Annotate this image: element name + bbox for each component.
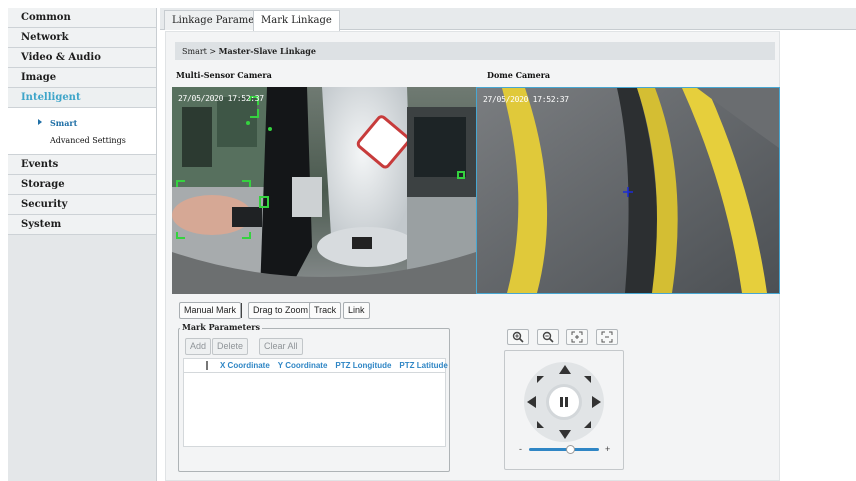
mark-parameters-legend: Mark Parameters — [180, 322, 263, 332]
zoom-in-icon — [512, 331, 524, 343]
manual-mark-button[interactable]: Manual Mark — [179, 302, 242, 319]
sidebar-submenu: Smart Advanced Settings — [8, 108, 156, 155]
main-content: Smart > Master-Slave Linkage Multi-Senso… — [165, 31, 780, 481]
track-button[interactable]: Track — [309, 302, 342, 319]
speed-plus-label: + — [605, 444, 611, 454]
ptz-speed-slider[interactable] — [529, 445, 599, 454]
dome-scene — [477, 88, 779, 293]
arrow-down-right-icon[interactable] — [584, 421, 591, 428]
arrow-down-left-icon[interactable] — [537, 421, 544, 428]
breadcrumb: Smart > Master-Slave Linkage — [175, 42, 775, 60]
caret-right-icon — [38, 119, 42, 125]
multi-sensor-camera-label: Multi-Sensor Camera — [176, 70, 272, 80]
zoom-out-icon — [542, 331, 554, 343]
tab-bar: Linkage Parameter Mark Linkage — [160, 8, 856, 31]
sidebar-item-system[interactable]: System — [8, 215, 156, 235]
sidebar-item-security[interactable]: Security — [8, 195, 156, 215]
focus-far-button[interactable] — [596, 329, 618, 345]
sidebar-item-intelligent[interactable]: Intelligent — [8, 88, 156, 108]
arrow-up-left-icon[interactable] — [537, 376, 544, 383]
sidebar-subitem-advanced-settings[interactable]: Advanced Settings — [8, 132, 156, 150]
column-ptz-latitude[interactable]: PTZ Latitude — [399, 361, 447, 370]
dome-timestamp: 27/05/2020 17:52:37 — [483, 95, 569, 104]
mark-table-header: X Coordinate Y Coordinate PTZ Longitude … — [184, 359, 448, 373]
ptz-control-panel: - + — [504, 350, 624, 470]
sidebar-item-image[interactable]: Image — [8, 68, 156, 88]
mark-table: X Coordinate Y Coordinate PTZ Longitude … — [183, 358, 448, 447]
drag-to-zoom-button[interactable]: Drag to Zoom — [248, 302, 314, 319]
clear-all-button[interactable]: Clear All — [259, 338, 303, 355]
sidebar: Common Network Video & Audio Image Intel… — [8, 8, 157, 481]
focus-near-button[interactable] — [566, 329, 588, 345]
breadcrumb-separator: > — [209, 47, 217, 56]
sidebar-item-common[interactable]: Common — [8, 8, 156, 28]
arrow-up-icon[interactable] — [559, 365, 571, 374]
multi-sensor-video[interactable]: 27/05/2020 17:52:37 — [172, 87, 476, 294]
sidebar-item-storage[interactable]: Storage — [8, 175, 156, 195]
dome-camera-label: Dome Camera — [487, 70, 551, 80]
dome-camera-video[interactable]: 27/05/2020 17:52:37 — [476, 87, 780, 294]
sidebar-subitem-smart[interactable]: Smart — [8, 114, 156, 132]
add-button[interactable]: Add — [185, 338, 212, 355]
zoom-in-button[interactable] — [507, 329, 529, 345]
arrow-up-right-icon[interactable] — [584, 376, 591, 383]
arrow-left-icon[interactable] — [527, 396, 536, 408]
breadcrumb-parent: Smart — [182, 47, 207, 56]
pause-icon-bar — [565, 397, 568, 407]
breadcrumb-current: Master-Slave Linkage — [218, 46, 316, 56]
link-button[interactable]: Link — [343, 302, 370, 319]
sidebar-item-network[interactable]: Network — [8, 28, 156, 48]
ptz-speed-slider-thumb[interactable] — [566, 445, 575, 454]
speed-minus-label: - — [519, 444, 522, 454]
column-x-coordinate[interactable]: X Coordinate — [220, 361, 270, 370]
sidebar-subitem-label: Smart — [50, 118, 78, 128]
column-y-coordinate[interactable]: Y Coordinate — [278, 361, 328, 370]
multi-sensor-scene — [172, 87, 476, 294]
sidebar-item-events[interactable]: Events — [8, 155, 156, 175]
zoom-out-button[interactable] — [537, 329, 559, 345]
tab-mark-linkage[interactable]: Mark Linkage — [253, 10, 340, 31]
pause-button[interactable] — [546, 384, 582, 420]
pause-icon — [560, 397, 563, 407]
focus-far-icon — [601, 331, 613, 343]
ptz-direction-pad — [524, 362, 604, 442]
select-all-checkbox[interactable] — [206, 361, 208, 370]
focus-near-icon — [571, 331, 583, 343]
toolbar-separator — [241, 303, 242, 318]
multi-sensor-timestamp: 27/05/2020 17:52:37 — [178, 94, 264, 103]
sidebar-item-video-audio[interactable]: Video & Audio — [8, 48, 156, 68]
column-ptz-longitude[interactable]: PTZ Longitude — [335, 361, 391, 370]
arrow-right-icon[interactable] — [592, 396, 601, 408]
delete-button[interactable]: Delete — [212, 338, 249, 355]
arrow-down-icon[interactable] — [559, 430, 571, 439]
